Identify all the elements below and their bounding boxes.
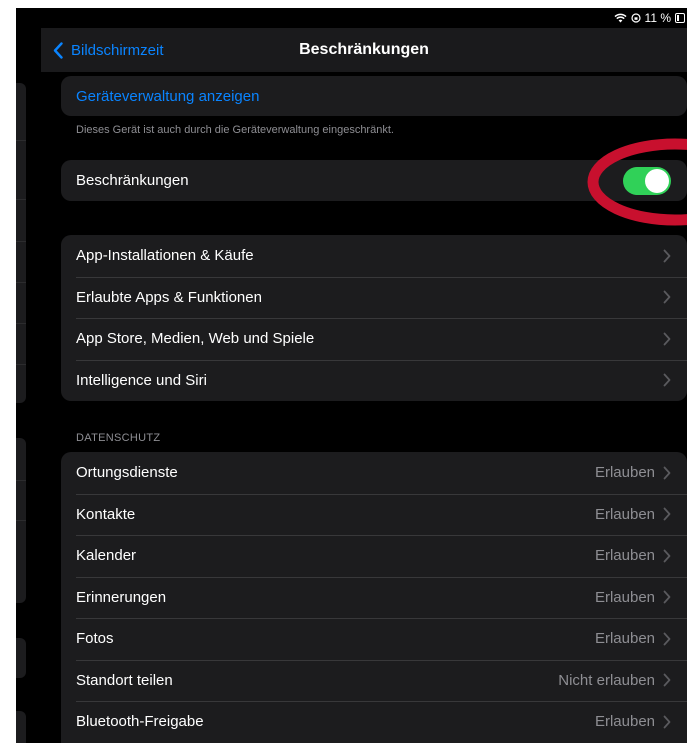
list-item-bluetooth-sharing[interactable]: Bluetooth-Freigabe Erlauben xyxy=(61,701,687,743)
battery-icon xyxy=(675,13,685,23)
chevron-right-icon xyxy=(663,715,671,729)
sidebar-separator xyxy=(16,520,26,521)
list-item-app-store-media[interactable]: App Store, Medien, Web und Spiele xyxy=(61,318,687,360)
list-item-label: Intelligence und Siri xyxy=(76,371,207,389)
list-item-value: Erlauben xyxy=(594,547,655,565)
list-item-value: Erlauben xyxy=(594,505,655,523)
list-item-contacts[interactable]: Kontakte Erlauben xyxy=(61,493,687,536)
restrictions-toggle[interactable] xyxy=(623,166,671,195)
list-item-reminders[interactable]: Erinnerungen Erlauben xyxy=(61,576,687,619)
list-item-label: Standort teilen xyxy=(76,671,173,689)
chevron-right-icon xyxy=(663,507,671,521)
list-item-label: Kontakte xyxy=(76,505,136,523)
list-item-allowed-apps[interactable]: Erlaubte Apps & Funktionen xyxy=(61,276,687,319)
list-item-intelligence-siri[interactable]: Intelligence und Siri xyxy=(61,359,687,402)
sidebar-separator xyxy=(16,480,26,481)
sidebar-list-block xyxy=(16,638,26,678)
device-screen: 11 % Bildschirmzeit Beschränkungen Gerät… xyxy=(16,8,687,743)
sidebar-separator xyxy=(16,241,26,242)
list-item-value: Nicht erlauben xyxy=(558,671,655,689)
chevron-right-icon xyxy=(663,549,671,563)
privacy-section-header: DATENSCHUTZ xyxy=(76,432,161,444)
toggle-knob xyxy=(645,168,669,193)
list-item-share-location[interactable]: Standort teilen Nicht erlauben xyxy=(61,659,687,702)
device-management-footnote: Dieses Gerät ist auch durch die Geräteve… xyxy=(76,124,394,136)
restrictions-row: Beschränkungen xyxy=(61,160,687,201)
chevron-right-icon xyxy=(663,590,671,604)
list-item-value: Erlauben xyxy=(594,713,655,731)
chevron-right-icon xyxy=(663,632,671,646)
restriction-settings-group: App-Installationen & Käufe Erlaubte Apps… xyxy=(61,235,687,401)
sidebar-separator xyxy=(16,364,26,365)
list-item-value: Erlauben xyxy=(594,588,655,606)
privacy-group: Ortungsdienste Erlauben Kontakte Erlaube… xyxy=(61,452,687,743)
detail-pane: 11 % Bildschirmzeit Beschränkungen Gerät… xyxy=(41,8,687,743)
list-item-label: Erlaubte Apps & Funktionen xyxy=(76,288,262,306)
sidebar-separator xyxy=(16,199,26,200)
chevron-right-icon xyxy=(663,332,671,346)
chevron-right-icon xyxy=(663,373,671,387)
list-item-label: Kalender xyxy=(76,547,137,565)
sidebar xyxy=(16,8,41,743)
sidebar-separator xyxy=(16,282,26,283)
chevron-right-icon xyxy=(663,249,671,263)
orientation-lock-icon xyxy=(630,13,641,23)
navigation-bar: Bildschirmzeit Beschränkungen xyxy=(41,28,687,72)
sidebar-list-block xyxy=(16,83,26,403)
sidebar-list-block xyxy=(16,711,26,743)
status-bar: 11 % xyxy=(614,8,687,28)
list-item-label: App-Installationen & Käufe xyxy=(76,247,254,265)
battery-percentage: 11 % xyxy=(644,11,671,25)
wifi-icon xyxy=(614,13,627,23)
list-item-app-installations[interactable]: App-Installationen & Käufe xyxy=(61,235,687,277)
device-management-group: Geräteverwaltung anzeigen xyxy=(61,76,687,116)
list-item-value: Erlauben xyxy=(594,464,655,482)
chevron-right-icon xyxy=(663,673,671,687)
list-item-value: Erlauben xyxy=(594,630,655,648)
restrictions-toggle-group: Beschränkungen xyxy=(61,160,687,201)
list-item-calendar[interactable]: Kalender Erlauben xyxy=(61,535,687,577)
list-item-label: App Store, Medien, Web und Spiele xyxy=(76,330,315,348)
chevron-right-icon xyxy=(663,466,671,480)
restrictions-label: Beschränkungen xyxy=(76,172,189,189)
chevron-right-icon xyxy=(663,290,671,304)
view-device-management-label: Geräteverwaltung anzeigen xyxy=(76,87,260,105)
list-item-location-services[interactable]: Ortungsdienste Erlauben xyxy=(61,452,687,494)
list-item-label: Ortungsdienste xyxy=(76,464,178,482)
list-item-photos[interactable]: Fotos Erlauben xyxy=(61,618,687,660)
page-title: Beschränkungen xyxy=(299,41,429,58)
list-item-label: Fotos xyxy=(76,630,114,648)
view-device-management-link[interactable]: Geräteverwaltung anzeigen xyxy=(61,76,687,116)
sidebar-separator xyxy=(16,140,26,141)
list-item-label: Bluetooth-Freigabe xyxy=(76,713,204,731)
sidebar-separator xyxy=(16,323,26,324)
list-item-label: Erinnerungen xyxy=(76,588,167,606)
